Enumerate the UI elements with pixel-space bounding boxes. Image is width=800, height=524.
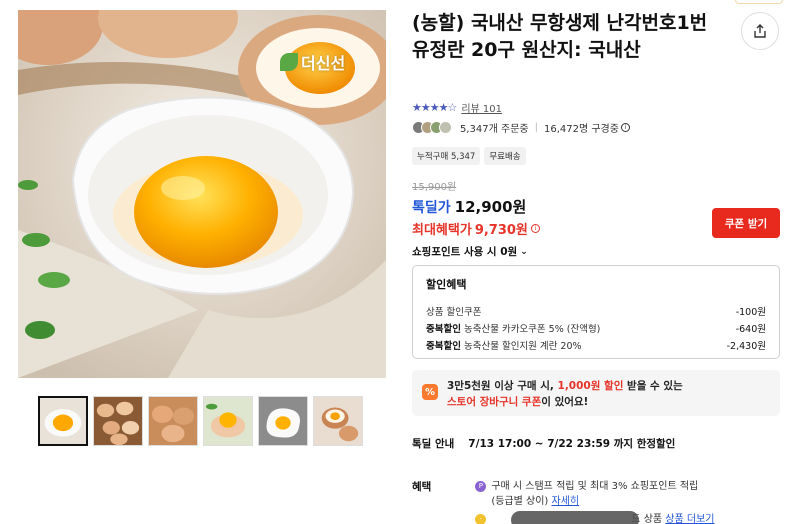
get-coupon-button[interactable]: 쿠폰 받기: [712, 208, 780, 238]
deal-info-label: 톡딜 안내: [412, 438, 455, 450]
tag-cumulative-purchase: 누적구매 5,347: [412, 147, 481, 165]
buyer-avatars: [412, 121, 452, 134]
main-product-image[interactable]: 더신선: [18, 10, 386, 378]
more-products-link[interactable]: 상품 더보기: [665, 514, 714, 524]
promo-text: 3만5천원 이상 구매 시, 1,000원 할인 받을 수 있는 스토어 장바구…: [447, 380, 683, 408]
orders-count: 5,347개 주문중: [460, 124, 529, 135]
discount-row: 상품 할인쿠폰 -100원: [426, 302, 766, 319]
thumbnail-1[interactable]: [38, 396, 88, 446]
points-label: 쇼핑포인트 사용 시 0원: [412, 246, 518, 258]
discount-prefix: 중복할인: [426, 340, 461, 352]
share-icon: [754, 24, 766, 38]
max-benefit-row: 최대혜택가 9,730원 i: [412, 219, 540, 238]
info-icon[interactable]: i: [530, 224, 540, 233]
thumbnail-3[interactable]: [148, 396, 198, 446]
chevron-down-icon: ⌄: [520, 246, 528, 257]
rating-row: ★★★★☆ 리뷰 101: [412, 100, 502, 115]
product-info-panel: (농할) 국내산 무항생제 난각번호1번 유정란 20구 원산지: 국내산 ★★…: [412, 0, 783, 524]
product-title: (농할) 국내산 무항생제 난각번호1번 유정란 20구 원산지: 국내산: [412, 12, 708, 61]
leaf-icon: [280, 53, 298, 71]
discount-amount: -2,430원: [726, 340, 766, 352]
info-icon[interactable]: i: [620, 123, 630, 132]
benefit-label: 혜택: [412, 481, 432, 493]
deal-label: 톡딜가: [412, 200, 451, 216]
details-link[interactable]: 자세히: [552, 496, 580, 507]
discount-label: 농축산물 할인지원 계란 20%: [463, 340, 582, 352]
deal-price-row: 톡딜가 12,900원: [412, 196, 526, 217]
discount-title: 할인혜택: [426, 278, 467, 291]
brand-logo: 더신선: [280, 50, 345, 74]
thumbnail-5[interactable]: [258, 396, 308, 446]
viewers-count: 16,472명 구경중: [543, 124, 619, 135]
discount-row: 중복할인 농축산물 할인지원 계란 20% -2,430원: [426, 336, 766, 353]
thumbnail-4[interactable]: [203, 396, 253, 446]
benefit-item: P 구매 시 스탬프 적립 및 최대 3% 쇼핑포인트 적립 (등급별 상이) …: [475, 479, 755, 509]
discount-label: 농축산물 카카오쿠폰 5% (잔액형): [463, 323, 601, 335]
thumbnail-strip: [38, 396, 363, 446]
deal-info-period: 7/13 17:00 ~ 7/22 23:59 까지 한정할인: [468, 438, 676, 450]
discount-row: 중복할인 농축산물 카카오쿠폰 5% (잔액형) -640원: [426, 319, 766, 336]
max-benefit-price: 9,730원: [474, 223, 528, 238]
star-rating-icon: ★★★★☆: [412, 101, 457, 114]
discount-benefit-box: 할인혜택 상품 할인쿠폰 -100원 중복할인 농축산물 카카오쿠폰 5% (잔액…: [412, 265, 780, 359]
tag-free-shipping: 무료배송: [484, 147, 526, 165]
review-link[interactable]: 리뷰 101: [461, 100, 502, 115]
discount-label: 상품 할인쿠폰: [426, 306, 482, 318]
shopping-points-toggle[interactable]: 쇼핑포인트 사용 시 0원 ⌄: [412, 244, 528, 259]
share-tooltip-edge: [735, 0, 783, 4]
orders-row: 5,347개 주문중 | 16,472명 구경중 i: [412, 120, 630, 135]
original-price: 15,900원: [412, 182, 457, 193]
discount-amount: -640원: [735, 323, 766, 335]
points-icon: P: [475, 481, 487, 492]
deal-price: 12,900원: [454, 198, 527, 216]
thumbnail-2[interactable]: [93, 396, 143, 446]
deal-info-row: 톡딜 안내 7/13 17:00 ~ 7/22 23:59 까지 한정할인: [412, 436, 675, 451]
tag-list: 누적구매 5,347 무료배송: [412, 147, 526, 165]
percent-coupon-icon: %: [422, 384, 438, 400]
share-button[interactable]: [741, 12, 779, 50]
cart-coupon-promo[interactable]: % 3만5천원 이상 구매 시, 1,000원 할인 받을 수 있는 스토어 장…: [412, 370, 780, 416]
max-benefit-label: 최대혜택가: [412, 223, 472, 238]
toast-overlay: [511, 511, 639, 524]
coin-icon: ·: [475, 514, 487, 524]
divider: |: [534, 122, 538, 133]
discount-amount: -100원: [735, 306, 766, 318]
discount-prefix: 중복할인: [426, 323, 461, 335]
thumbnail-6[interactable]: [313, 396, 363, 446]
